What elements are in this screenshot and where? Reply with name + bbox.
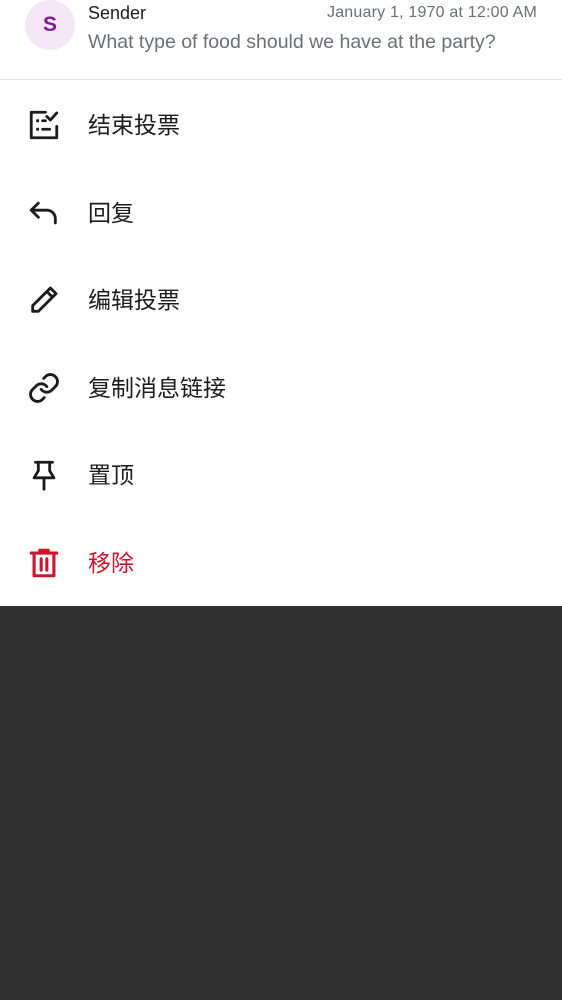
trash-icon (27, 546, 61, 580)
menu-item-remove[interactable]: 移除 (0, 520, 562, 608)
link-icon (27, 371, 61, 405)
reply-icon (27, 196, 61, 230)
end-poll-icon (27, 108, 61, 142)
menu-item-label: 移除 (88, 550, 134, 577)
edit-icon (27, 283, 61, 317)
sender-name: Sender (88, 3, 147, 23)
message-timestamp: January 1, 1970 at 12:00 AM (327, 4, 537, 21)
message-preview: What type of food should we have at the … (88, 31, 496, 53)
menu-item-end-poll[interactable]: 结束投票 (0, 82, 562, 170)
menu-item-reply[interactable]: 回复 (0, 170, 562, 258)
menu-item-pin[interactable]: 置顶 (0, 432, 562, 520)
menu-item-edit-poll[interactable]: 编辑投票 (0, 257, 562, 345)
menu-item-label: 结束投票 (88, 113, 180, 139)
menu-item-label: 置顶 (88, 463, 134, 489)
modal-scrim[interactable] (0, 606, 562, 1000)
avatar: S (25, 0, 75, 50)
pin-icon (27, 458, 61, 492)
action-menu: 结束投票 回复 编辑投票 复制消息链接 置顶 移除 (0, 82, 562, 607)
menu-item-label: 回复 (88, 200, 134, 227)
message-action-sheet: S Sender January 1, 1970 at 12:00 AM Wha… (0, 0, 562, 606)
menu-item-label: 编辑投票 (88, 288, 180, 314)
message-header: S Sender January 1, 1970 at 12:00 AM Wha… (0, 0, 562, 80)
menu-item-label: 复制消息链接 (88, 375, 226, 402)
menu-item-copy-link[interactable]: 复制消息链接 (0, 345, 562, 433)
